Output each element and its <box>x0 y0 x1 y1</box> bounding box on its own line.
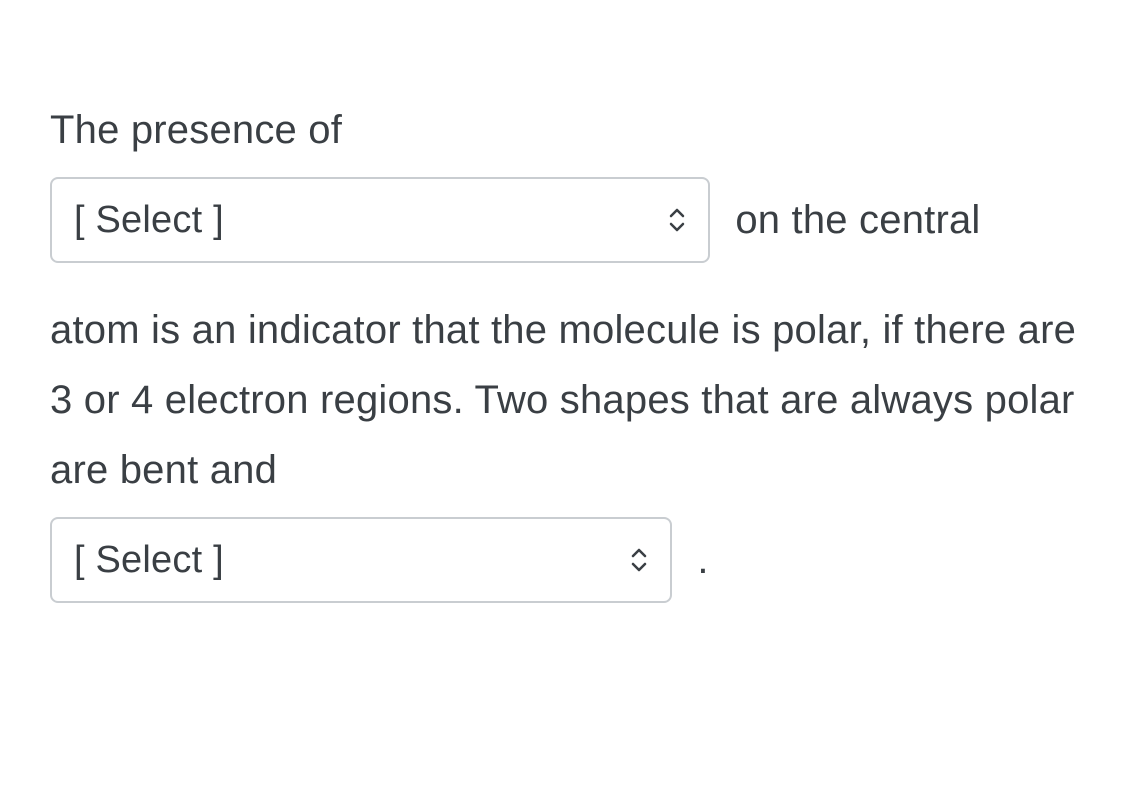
chevron-up-down-icon <box>666 206 688 234</box>
select-dropdown-2[interactable]: [ Select ] <box>50 517 672 603</box>
select-placeholder-2: [ Select ] <box>74 527 224 594</box>
question-container: The presence of [ Select ] on the centra… <box>50 95 1088 611</box>
text-segment-3: atom is an indicator that the molecule i… <box>50 295 1088 505</box>
text-segment-2: on the central <box>735 198 980 242</box>
select-placeholder-1: [ Select ] <box>74 187 224 254</box>
select-dropdown-1[interactable]: [ Select ] <box>50 177 710 263</box>
text-segment-1: The presence of <box>50 95 1088 165</box>
text-segment-4: . <box>697 538 708 582</box>
chevron-up-down-icon <box>628 546 650 574</box>
